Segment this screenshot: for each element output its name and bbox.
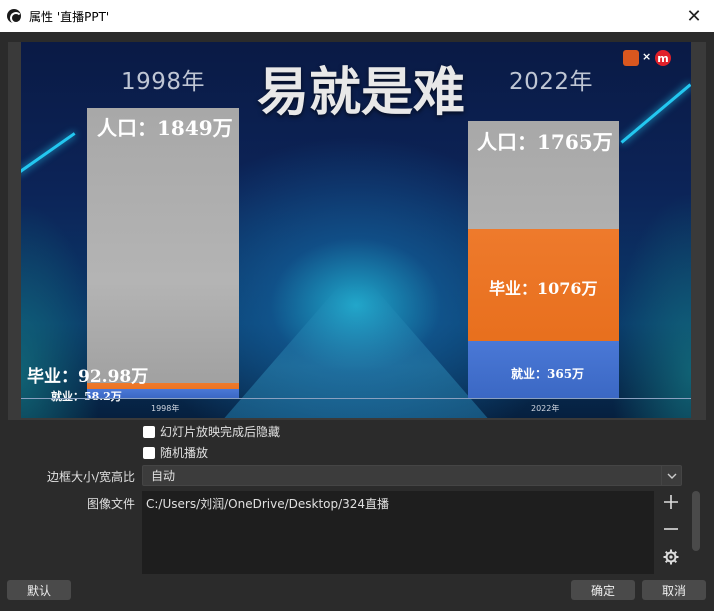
hide-after-done-label: 幻灯片放映完成后隐藏	[160, 425, 281, 439]
hide-after-done-checkbox[interactable]	[143, 425, 155, 438]
random-play-option[interactable]: 随机播放	[143, 444, 208, 461]
defaults-button[interactable]: 默认	[7, 580, 71, 600]
cancel-button[interactable]: 取消	[642, 580, 706, 600]
label-right-population: 人口：1765万	[477, 130, 613, 154]
gear-icon[interactable]	[660, 546, 682, 568]
year-right: 2022年	[509, 69, 594, 95]
label-right-employed: 就业：365万	[511, 367, 585, 381]
title-bar: 属性 '直播PPT' ✕	[0, 0, 714, 32]
list-item[interactable]: C:/Users/刘润/OneDrive/Desktop/324直播	[146, 495, 650, 512]
label-left-population: 人口：1849万	[97, 116, 233, 140]
window-title: 属性 '直播PPT'	[29, 9, 110, 24]
hide-after-done-option[interactable]: 幻灯片放映完成后隐藏	[143, 423, 280, 440]
decor-plant-right	[611, 192, 691, 418]
close-icon[interactable]: ✕	[674, 0, 714, 32]
label-right-graduates: 毕业：1076万	[489, 279, 598, 298]
brand-logo-icon	[623, 50, 639, 66]
size-aspect-select[interactable]: 自动	[142, 465, 682, 486]
remove-icon[interactable]	[660, 518, 682, 540]
image-files-list[interactable]: C:/Users/刘润/OneDrive/Desktop/324直播	[142, 491, 654, 574]
scrollbar[interactable]	[692, 491, 700, 551]
brand-m-logo-icon: m	[655, 50, 671, 66]
label-left-graduates: 毕业：92.98万	[27, 367, 149, 387]
decor-glow-right	[620, 83, 691, 144]
bar-left-population	[87, 108, 239, 398]
image-files-label: 图像文件	[86, 497, 135, 511]
random-play-label: 随机播放	[160, 446, 209, 460]
chevron-down-icon[interactable]	[661, 466, 681, 485]
axis-tick-right: 2022年	[531, 404, 560, 413]
add-icon[interactable]	[660, 491, 682, 513]
obs-app-icon	[7, 9, 22, 24]
slide-preview: 1998年 易就是难 2022年 × m 人口：1849万 毕业：92.98万 …	[21, 42, 691, 418]
ok-button[interactable]: 确定	[571, 580, 635, 600]
chart-axis-line	[21, 398, 691, 399]
year-left: 1998年	[121, 69, 206, 95]
size-aspect-value: 自动	[151, 469, 176, 483]
slide-headline: 易就是难	[256, 63, 465, 123]
random-play-checkbox[interactable]	[143, 446, 155, 459]
axis-tick-left: 1998年	[151, 404, 180, 413]
label-left-employed: 就业：58.2万	[51, 390, 122, 403]
logo-separator: ×	[642, 50, 652, 63]
decor-glow-left	[21, 132, 76, 175]
size-aspect-label: 边框大小/宽高比	[46, 470, 135, 484]
